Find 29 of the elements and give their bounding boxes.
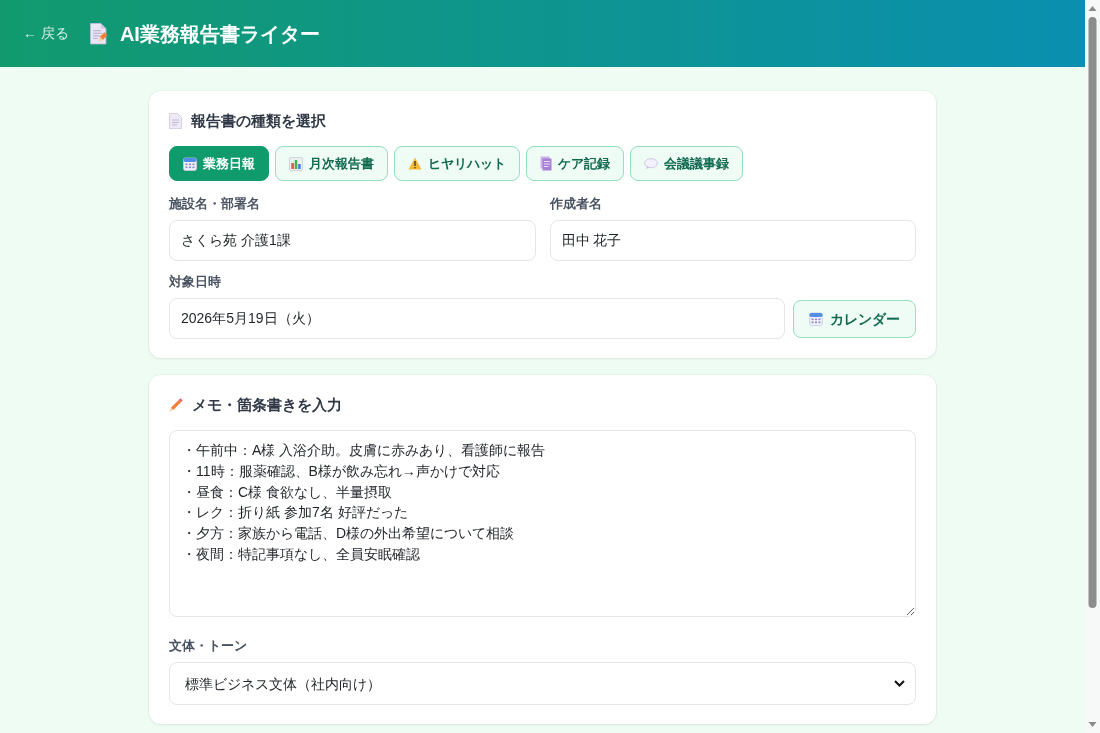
- pencil-icon: [169, 398, 183, 412]
- bar-chart-icon: [289, 156, 303, 171]
- warning-icon: [408, 157, 422, 170]
- field-label: 施設名・部署名: [169, 195, 260, 213]
- notes-icon: [540, 156, 552, 171]
- app-title: AI業務報告書ライター: [119, 21, 320, 46]
- memo-textarea[interactable]: ・午前中：A様 入浴介助。皮膚に赤みあり、看護師に報告 ・11時：服薬確認、B様が飲み忘れ→声かけで対応 ・昼食：C様 食欲なし、半量摂取 ・レク：折り紙 参加7名 好評だった ・夕方：家族から電話、D様の外出希望について相談 ・夜間：特記事項なし、全員安眠確認: [169, 430, 916, 617]
- calendar-icon: [809, 311, 823, 326]
- section-heading: 報告書の種類を選択: [191, 111, 326, 131]
- calendar-button[interactable]: カレンダー: [793, 299, 916, 338]
- report-type-tab[interactable]: ケア記録: [526, 146, 624, 181]
- scrollbar[interactable]: [1085, 0, 1100, 733]
- section-heading: メモ・箇条書きを入力: [192, 395, 342, 415]
- field-label: 対象日時: [169, 273, 221, 291]
- field-label: 文体・トーン: [169, 637, 247, 655]
- report-type-tab[interactable]: 月次報告書: [275, 146, 388, 181]
- report-type-tab[interactable]: ヒヤリハット: [394, 146, 520, 181]
- date-field[interactable]: 2026年5月19日（火）: [169, 298, 785, 339]
- chevron-down-icon: [894, 680, 905, 687]
- text-field[interactable]: 田中 花子: [549, 220, 916, 261]
- document-pencil-icon: [89, 22, 108, 45]
- tone-select[interactable]: 標準ビジネス文体（社内向け）: [169, 662, 916, 705]
- speech-bubble-icon: [644, 157, 658, 170]
- text-field[interactable]: さくら苑 介護1課: [169, 220, 536, 261]
- document-icon: [169, 113, 182, 129]
- field-label: 作成者名: [549, 195, 602, 213]
- report-type-tab[interactable]: 業務日報: [169, 146, 269, 181]
- calendar-icon: [183, 156, 197, 171]
- report-type-tab[interactable]: 会議議事録: [630, 146, 743, 181]
